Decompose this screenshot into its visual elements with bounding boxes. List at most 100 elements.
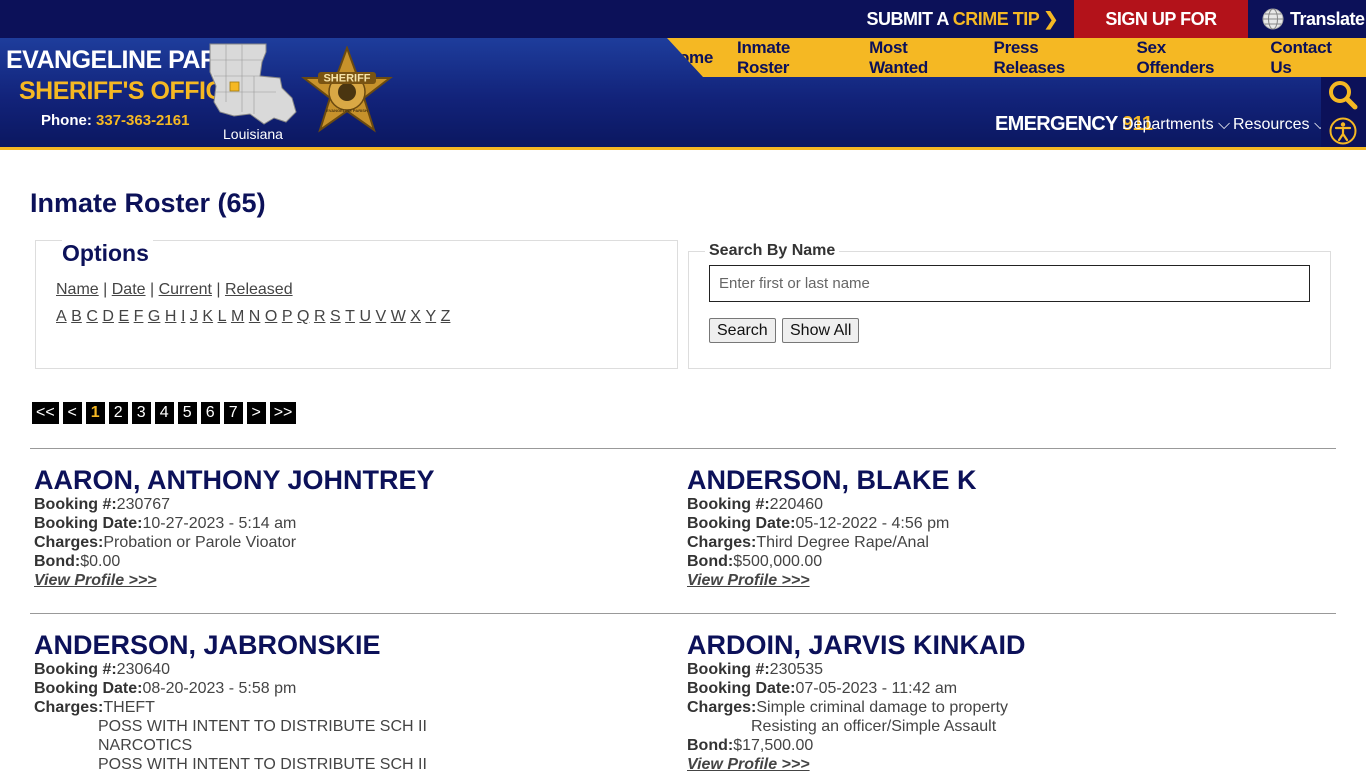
page-title: Inmate Roster (65) — [30, 188, 266, 218]
booking-date-label: Booking Date: — [34, 515, 143, 532]
booking-date: 05-12-2022 - 4:56 pm — [795, 515, 950, 532]
phone-number[interactable]: 337-363-2161 — [96, 112, 189, 129]
page-prev-button[interactable]: < — [62, 402, 82, 424]
page-last-button[interactable]: >> — [269, 402, 297, 424]
charge: Probation or Parole Vioator — [103, 534, 297, 551]
resources-dropdown[interactable]: Resources ⌵ — [1233, 116, 1326, 134]
globe-icon — [1262, 8, 1284, 30]
letter-filter-a[interactable]: A — [56, 308, 67, 326]
bond-row: Bond:$17,500.00 — [687, 736, 1327, 755]
charges-row: Charges:Probation or Parole Vioator — [34, 533, 674, 552]
letter-filter-x[interactable]: X — [410, 308, 421, 326]
sort-by-name-link[interactable]: Name — [56, 281, 99, 298]
nav-press-releases[interactable]: Press Releases — [994, 38, 1113, 77]
charge: Resisting an officer/Simple Assault — [751, 718, 997, 735]
inmate-name[interactable]: ANDERSON, BLAKE K — [687, 465, 1327, 495]
letter-filter-l[interactable]: L — [218, 308, 227, 326]
letter-filter-o[interactable]: O — [265, 308, 277, 326]
letter-filter-f[interactable]: F — [134, 308, 144, 326]
nav-inmate-roster[interactable]: Inmate Roster — [737, 38, 845, 77]
nav-contact-us[interactable]: Contact Us — [1270, 38, 1356, 77]
booking-date: 07-05-2023 - 11:42 am — [795, 680, 958, 697]
letter-filter-g[interactable]: G — [148, 308, 160, 326]
sort-by-date-link[interactable]: Date — [112, 281, 146, 298]
name-search-input[interactable] — [709, 265, 1310, 302]
bond-amount: $500,000.00 — [733, 553, 823, 570]
letter-filter-c[interactable]: C — [86, 308, 98, 326]
inmate-name[interactable]: AARON, ANTHONY JOHNTREY — [34, 465, 674, 495]
charges-row: Charges:THEFT — [34, 698, 674, 717]
view-profile-link[interactable]: View Profile >>> — [687, 571, 1327, 590]
filter-current-link[interactable]: Current — [159, 281, 212, 298]
charges-label: Charges: — [687, 534, 757, 551]
search-legend: Search By Name — [705, 242, 840, 260]
sign-up-alerts-button[interactable]: SIGN UP FOR ALERTS ❯ — [1074, 0, 1248, 67]
badge-top-text: SHERIFF — [323, 73, 370, 85]
inmate-name[interactable]: ARDOIN, JARVIS KINKAID — [687, 630, 1327, 660]
letter-filter-u[interactable]: U — [359, 308, 371, 326]
page-7-button[interactable]: 7 — [223, 402, 243, 424]
search-button[interactable]: Search — [709, 318, 776, 343]
letter-filter-b[interactable]: B — [71, 308, 82, 326]
charge: Third Degree Rape/Anal — [756, 534, 929, 551]
booking-number-label: Booking #: — [34, 496, 117, 513]
filter-released-link[interactable]: Released — [225, 281, 293, 298]
charge: NARCOTICS — [98, 737, 193, 754]
inmate-name[interactable]: ANDERSON, JABRONSKIE — [34, 630, 674, 660]
booking-number: 230640 — [116, 661, 171, 678]
view-profile-link[interactable]: View Profile >>> — [687, 755, 1327, 774]
page-2-button[interactable]: 2 — [108, 402, 128, 424]
page-5-button[interactable]: 5 — [177, 402, 197, 424]
inmate-card: ANDERSON, BLAKE K Booking #:220460 Booki… — [687, 465, 1327, 590]
letter-filter-i[interactable]: I — [181, 308, 185, 326]
sheriff-badge-logo[interactable]: SHERIFF EVANGELINE PARISH — [300, 46, 394, 140]
search-icon[interactable] — [1328, 80, 1358, 110]
letter-filter-n[interactable]: N — [249, 308, 261, 326]
letter-filter-r[interactable]: R — [314, 308, 326, 326]
translate-button[interactable]: Translate — [1262, 0, 1365, 38]
badge-bottom-text: EVANGELINE PARISH — [326, 108, 368, 113]
page-first-button[interactable]: << — [32, 402, 59, 424]
booking-date-label: Booking Date: — [34, 680, 143, 697]
booking-number: 230535 — [769, 661, 824, 678]
letter-filter-y[interactable]: Y — [425, 308, 436, 326]
accessibility-icon[interactable] — [1329, 117, 1357, 145]
view-profile-link[interactable]: View Profile >>> — [34, 571, 674, 590]
letter-filter-z[interactable]: Z — [441, 308, 451, 326]
row-divider — [30, 613, 1336, 614]
letter-filter-e[interactable]: E — [118, 308, 129, 326]
charges-row: Charges:Simple criminal damage to proper… — [687, 698, 1327, 717]
charge: POSS WITH INTENT TO DISTRIBUTE SCH II — [98, 718, 427, 735]
inmate-card: AARON, ANTHONY JOHNTREY Booking #:230767… — [34, 465, 674, 590]
submit-crime-tip-link[interactable]: SUBMIT A CRIME TIP ❯ — [867, 0, 1059, 38]
letter-filter-j[interactable]: J — [190, 308, 198, 326]
louisiana-map-icon — [209, 43, 297, 125]
page-3-button[interactable]: 3 — [131, 402, 151, 424]
nav-sex-offenders[interactable]: Sex Offenders — [1137, 38, 1247, 77]
booking-number: 220460 — [769, 496, 824, 513]
letter-filter-s[interactable]: S — [330, 308, 341, 326]
booking-date: 10-27-2023 - 5:14 am — [142, 515, 297, 532]
departments-dropdown[interactable]: Departments ⌵ — [1122, 116, 1230, 134]
letter-filter-p[interactable]: P — [282, 308, 293, 326]
letter-filter-w[interactable]: W — [391, 308, 406, 326]
nav-most-wanted[interactable]: Most Wanted — [869, 38, 969, 77]
departments-label: Departments — [1122, 116, 1214, 133]
page-4-button[interactable]: 4 — [154, 402, 174, 424]
letter-filter-t[interactable]: T — [345, 308, 355, 326]
booking-date-label: Booking Date: — [687, 515, 796, 532]
show-all-button[interactable]: Show All — [782, 318, 860, 343]
letter-filter-d[interactable]: D — [102, 308, 114, 326]
letter-filter-v[interactable]: V — [376, 308, 387, 326]
page-6-button[interactable]: 6 — [200, 402, 220, 424]
bond-amount: $0.00 — [80, 553, 121, 570]
letter-filter-k[interactable]: K — [202, 308, 213, 326]
options-legend: Options — [62, 240, 153, 267]
page-next-button[interactable]: > — [246, 402, 266, 424]
letter-filter-m[interactable]: M — [231, 308, 244, 326]
letter-filter-h[interactable]: H — [165, 308, 177, 326]
row-divider — [30, 448, 1336, 449]
letter-filter-q[interactable]: Q — [297, 308, 309, 326]
booking-number-label: Booking #: — [34, 661, 117, 678]
page-1-button[interactable]: 1 — [85, 402, 105, 424]
